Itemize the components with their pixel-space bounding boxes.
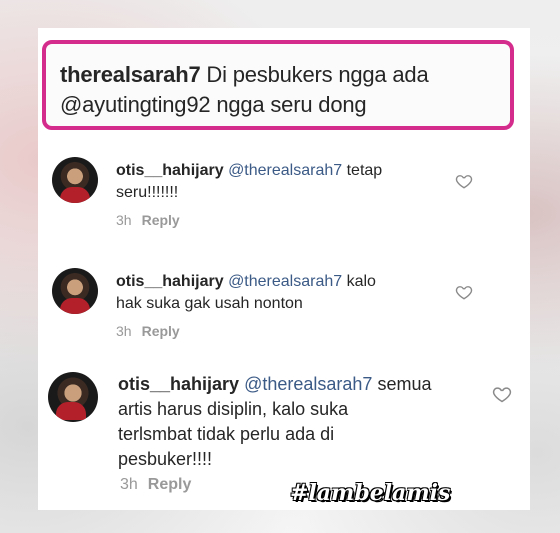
- comment-meta: 3h Reply: [116, 212, 180, 228]
- comment-username[interactable]: otis__hahijary: [118, 374, 239, 394]
- caption-text-line2: @ayutingting92 ngga seru dong: [60, 92, 367, 117]
- comment-meta: 3h Reply: [120, 476, 191, 494]
- comment-time: 3h: [116, 212, 132, 228]
- comment-mention[interactable]: @therealsarah7: [228, 273, 342, 290]
- comment-mention[interactable]: @therealsarah7: [228, 162, 342, 179]
- comment-text-line4: pesbuker!!!!: [118, 449, 213, 469]
- watermark-hashtag: #lambelamis: [290, 480, 451, 506]
- comment-username[interactable]: otis__hahijary: [116, 162, 224, 179]
- comment-text-line3: terlsmbat tidak perlu ada di: [118, 424, 335, 444]
- avatar[interactable]: [48, 372, 98, 422]
- heart-icon[interactable]: [455, 283, 473, 301]
- reply-button[interactable]: Reply: [142, 323, 180, 339]
- comment-time: 3h: [120, 476, 138, 493]
- comment-text: otis__hahijary @therealsarah7 tetap seru…: [116, 160, 382, 204]
- comment-text-line1: tetap: [342, 162, 383, 179]
- comment-username[interactable]: otis__hahijary: [116, 273, 224, 290]
- heart-icon[interactable]: [492, 384, 512, 404]
- comment-text-line1: semua: [372, 374, 432, 394]
- comment-text: otis__hahijary @therealsarah7 kalo hak s…: [116, 271, 376, 315]
- comment-meta: 3h Reply: [116, 323, 180, 339]
- avatar[interactable]: [52, 268, 98, 314]
- caption-text-line1: Di pesbukers ngga ada: [200, 62, 429, 87]
- comment-text-line1: kalo: [342, 273, 376, 290]
- avatar[interactable]: [52, 157, 98, 203]
- comment-text-line2: seru!!!!!!!: [116, 184, 179, 201]
- caption-highlight-box: therealsarah7 Di pesbukers ngga ada @ayu…: [42, 40, 514, 130]
- comment-text-line2: artis harus disiplin, kalo suka: [118, 399, 349, 419]
- comment-mention[interactable]: @therealsarah7: [244, 374, 372, 394]
- heart-icon[interactable]: [455, 172, 473, 190]
- caption-text: therealsarah7 Di pesbukers ngga ada @ayu…: [60, 60, 510, 120]
- comment-text-line2: hak suka gak usah nonton: [116, 295, 303, 312]
- comment-text: otis__hahijary @therealsarah7 semua arti…: [118, 372, 431, 472]
- reply-button[interactable]: Reply: [148, 476, 192, 493]
- reply-button[interactable]: Reply: [142, 212, 180, 228]
- caption-username[interactable]: therealsarah7: [60, 62, 201, 87]
- comment-time: 3h: [116, 323, 132, 339]
